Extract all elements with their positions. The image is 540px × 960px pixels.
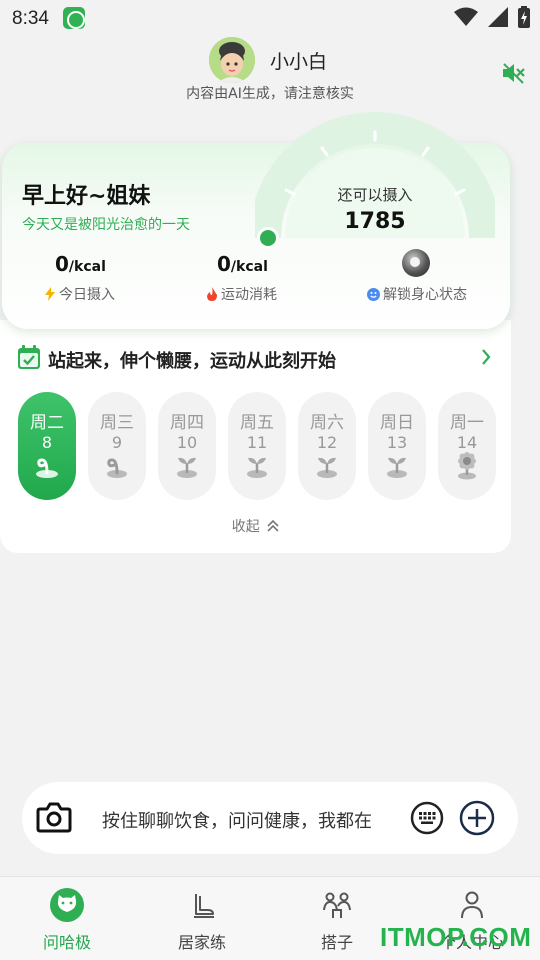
day-number: 14 — [456, 433, 478, 452]
collapse-toggle[interactable]: 收起 — [0, 516, 511, 536]
day-name: 周四 — [170, 413, 204, 433]
chevron-right-icon[interactable] — [481, 349, 491, 365]
burn-value: 0 — [217, 252, 231, 276]
day-pill-thu[interactable]: 周四 10 — [158, 392, 216, 500]
intake-label-row: 今日摄入 — [44, 284, 115, 304]
chevron-double-up-icon — [267, 519, 279, 532]
exercise-plan-row[interactable]: 站起来，伸个懒腰，运动从此刻开始 — [17, 345, 497, 373]
username: 小小白 — [270, 51, 328, 73]
cat-face-icon — [50, 888, 84, 922]
sprout-curl-icon — [36, 458, 58, 478]
nav-label: 搭子 — [320, 933, 353, 952]
day-number: 12 — [316, 433, 338, 452]
lightning-icon — [45, 287, 55, 301]
smart-ring-icon[interactable] — [402, 249, 430, 277]
day-pill-sun[interactable]: 周日 13 — [368, 392, 426, 500]
day-pill-tue[interactable]: 周二 8 — [18, 392, 76, 500]
day-number: 10 — [176, 433, 198, 452]
watermark: ITMOP.COM — [380, 922, 532, 952]
nav-item-chat[interactable]: 问哈极 — [17, 877, 117, 960]
intake-unit: /kcal — [68, 259, 106, 275]
ai-notice: 内容由AI生成，请注意核实 — [186, 86, 354, 102]
day-name: 周五 — [240, 413, 274, 433]
plan-title: 站起来，伸个懒腰，运动从此刻开始 — [48, 351, 336, 372]
greeting: 早上好~姐妹 — [22, 184, 151, 209]
calendar-check-icon — [18, 345, 40, 369]
nav-label: 居家练 — [177, 933, 226, 952]
day-name: 周六 — [310, 413, 344, 433]
seedling-icon — [247, 457, 267, 478]
intake-value: 0 — [55, 252, 69, 276]
day-pill-wed[interactable]: 周三 9 — [88, 392, 146, 500]
fire-icon — [207, 287, 217, 301]
day-number: 9 — [111, 433, 123, 452]
day-number: 13 — [386, 433, 408, 452]
system-icons — [454, 6, 530, 28]
day-number: 8 — [41, 433, 53, 452]
camera-icon[interactable] — [36, 799, 72, 835]
burn-label: 运动消耗 — [221, 287, 277, 303]
buddies-icon — [323, 892, 351, 918]
seedling-icon — [177, 457, 197, 478]
avatar[interactable] — [209, 37, 255, 83]
battery-charging-icon — [518, 6, 530, 28]
unlock-label-row[interactable]: 解锁身心状态 — [367, 284, 467, 304]
gauge-label: 还可以摄入 — [337, 186, 413, 204]
day-name: 周三 — [100, 413, 134, 433]
seedling-icon — [317, 457, 337, 478]
day-pill-fri[interactable]: 周五 11 — [228, 392, 286, 500]
nav-item-buddies[interactable]: 搭子 — [287, 877, 387, 960]
smile-icon — [367, 287, 380, 301]
status-time: 8:34 — [12, 8, 49, 29]
chat-input-bar: 按住聊聊饮食，问问健康，我都在 — [22, 782, 518, 854]
keyboard-icon[interactable] — [410, 801, 444, 835]
collapse-label: 收起 — [231, 519, 260, 535]
burn-stat: 0/kcal — [217, 252, 268, 276]
day-number: 11 — [246, 433, 268, 452]
volume-muted-icon[interactable] — [502, 62, 526, 84]
status-bar: 8:34 — [0, 0, 540, 40]
gauge-value: 1785 — [344, 209, 406, 234]
unlock-label: 解锁身心状态 — [383, 287, 467, 303]
nav-item-home-workout[interactable]: 居家练 — [152, 877, 252, 960]
day-name: 周一 — [450, 413, 484, 433]
day-pill-sat[interactable]: 周六 12 — [298, 392, 356, 500]
intake-stat: 0/kcal — [55, 252, 106, 276]
person-icon — [461, 891, 483, 919]
plus-icon[interactable] — [459, 800, 495, 836]
day-name: 周二 — [30, 413, 64, 433]
day-name: 周日 — [380, 413, 414, 433]
seedling-icon — [387, 457, 407, 478]
nav-label: 问哈极 — [42, 933, 91, 952]
burn-unit: /kcal — [230, 259, 268, 275]
sunflower-icon — [458, 452, 476, 480]
app-notification-icon — [63, 7, 85, 29]
day-pill-mon[interactable]: 周一 14 — [438, 392, 496, 500]
wifi-icon — [454, 7, 478, 26]
bottom-nav: 问哈极 居家练 搭子 个人中心 ITMOP.COM — [0, 876, 540, 960]
intake-label: 今日摄入 — [59, 287, 115, 303]
day-selector: 周二 8 周三 9 周四 10 周五 11 周六 12 周日 13 周一 14 — [18, 392, 496, 500]
sprout-curl-icon — [107, 458, 127, 478]
signal-icon — [488, 7, 508, 27]
leg-stretch-icon — [194, 894, 214, 918]
voice-chat-hint[interactable]: 按住聊聊饮食，问问健康，我都在 — [102, 807, 372, 833]
burn-label-row: 运动消耗 — [206, 284, 277, 304]
greeting-subtitle: 今天又是被阳光治愈的一天 — [22, 217, 190, 233]
